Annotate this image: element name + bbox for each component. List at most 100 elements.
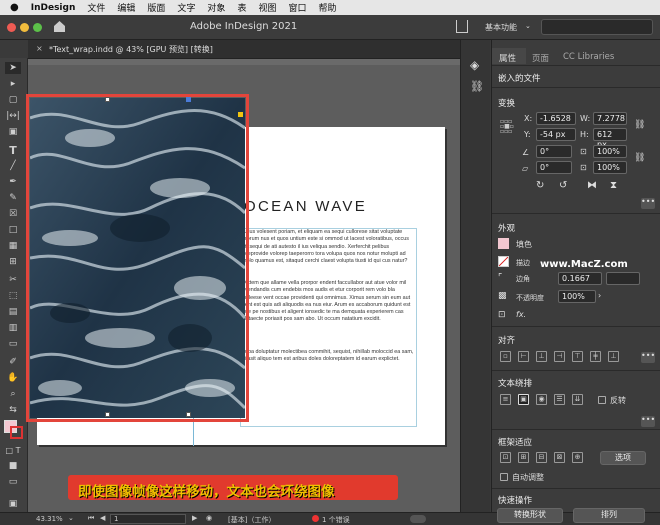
layout-title[interactable]: OCEAN WAVE: [244, 198, 367, 215]
hand-tool-icon[interactable]: ✋: [5, 372, 21, 384]
chevron-down-icon[interactable]: ⌄: [68, 514, 74, 522]
zoom-tool-icon[interactable]: ⌕: [5, 388, 21, 400]
stroke-label[interactable]: 描边: [516, 258, 530, 268]
error-count[interactable]: 1 个错误: [322, 515, 350, 525]
first-page-icon[interactable]: ⏮: [88, 514, 94, 523]
zoom-level[interactable]: 43.31%: [36, 515, 63, 523]
stroke-color-swatch[interactable]: [498, 256, 509, 267]
gradient-feather-tool-icon[interactable]: ▥: [5, 322, 21, 334]
frame-handle[interactable]: [186, 97, 191, 102]
menu-object[interactable]: 对象: [207, 1, 225, 14]
home-icon[interactable]: [53, 20, 66, 33]
opacity-label[interactable]: 不透明度: [516, 293, 544, 303]
rectangle-frame-tool-icon[interactable]: ☒: [5, 208, 21, 220]
fit-frame-to-content-icon[interactable]: ⊟: [536, 452, 547, 463]
x-position-field[interactable]: -1.6528: [536, 112, 576, 125]
scale-y-field[interactable]: 100%: [593, 161, 627, 174]
corner-label[interactable]: 边角: [516, 274, 530, 284]
table-tool-icon[interactable]: ▦: [5, 240, 21, 252]
document-tab[interactable]: *Text_wrap.indd @ 43% [GPU 预览] [转换]: [49, 44, 213, 55]
rotate-cw-icon[interactable]: ↻: [536, 180, 544, 191]
tab-pages[interactable]: 页面: [532, 52, 549, 64]
workspace-switcher[interactable]: 基本功能: [485, 22, 517, 33]
rectangle-tool-icon[interactable]: □: [5, 224, 21, 236]
constrain-scale-icon[interactable]: ⛓: [634, 153, 645, 163]
links-icon[interactable]: ⛓: [470, 80, 484, 93]
menu-type[interactable]: 文字: [177, 1, 195, 14]
more-align-icon[interactable]: •••: [641, 352, 655, 363]
page-tool-icon[interactable]: ▢: [5, 94, 21, 106]
line-tool-icon[interactable]: ╱: [5, 160, 21, 172]
shear-field[interactable]: 0°: [536, 161, 572, 174]
align-center-icon[interactable]: ⊥: [536, 351, 547, 362]
note-tool-icon[interactable]: ▭: [5, 338, 21, 350]
next-page-icon[interactable]: ▶: [192, 514, 197, 522]
constrain-proportions-icon[interactable]: ⛓: [634, 120, 645, 130]
menu-window[interactable]: 窗口: [288, 1, 306, 14]
gap-tool-icon[interactable]: |↔|: [5, 110, 21, 122]
menu-app[interactable]: InDesign: [31, 3, 76, 13]
formatting-container-icon[interactable]: □ T: [5, 444, 21, 456]
menu-help[interactable]: 帮助: [318, 1, 336, 14]
menu-edit[interactable]: 编辑: [117, 1, 135, 14]
menu-layout[interactable]: 版面: [147, 1, 165, 14]
frame-handle[interactable]: [105, 412, 110, 417]
close-window-button[interactable]: [7, 23, 16, 32]
type-tool-icon[interactable]: T: [5, 144, 21, 157]
fit-content-proportionally-icon[interactable]: ⊞: [518, 452, 529, 463]
rotation-field[interactable]: 0°: [536, 145, 572, 158]
content-collector-icon[interactable]: ▣: [5, 126, 21, 138]
apple-icon[interactable]: ●: [10, 2, 19, 13]
wrap-bounding-box-icon[interactable]: ▣: [518, 394, 529, 405]
share-icon[interactable]: [456, 20, 468, 33]
scale-x-field[interactable]: 100%: [593, 145, 627, 158]
scissors-tool-icon[interactable]: ✂: [5, 274, 21, 286]
zoom-window-button[interactable]: [33, 23, 42, 32]
pencil-tool-icon[interactable]: ✎: [5, 192, 21, 204]
no-wrap-icon[interactable]: ≡: [500, 394, 511, 405]
flip-vertical-icon[interactable]: ⧗: [610, 180, 617, 191]
select-content-icon[interactable]: ⊡: [498, 310, 506, 320]
frame-handle[interactable]: [105, 97, 110, 102]
previous-page-icon[interactable]: ◀: [100, 514, 105, 522]
stroke-weight-field[interactable]: 0.1667: [558, 272, 602, 285]
center-content-icon[interactable]: ⊕: [572, 452, 583, 463]
gradient-swatch-tool-icon[interactable]: ▤: [5, 306, 21, 318]
more-wrap-icon[interactable]: •••: [641, 416, 655, 427]
page-number-field[interactable]: 1: [110, 514, 186, 524]
close-tab-icon[interactable]: ×: [36, 44, 43, 53]
opacity-field[interactable]: 100%: [558, 290, 596, 303]
apply-color-icon[interactable]: ■: [5, 460, 21, 472]
master-label[interactable]: [基本]（工作）: [228, 515, 275, 525]
invert-checkbox[interactable]: [598, 396, 606, 404]
rotate-ccw-icon[interactable]: ↺: [559, 180, 567, 191]
fit-content-to-frame-icon[interactable]: ⊠: [554, 452, 565, 463]
preview-mode-icon[interactable]: ▣: [5, 498, 21, 510]
align-options-icon[interactable]: ▫: [500, 351, 511, 362]
align-left-icon[interactable]: ⊢: [518, 351, 529, 362]
fill-frame-proportionally-icon[interactable]: ⊡: [500, 452, 511, 463]
flip-horizontal-icon[interactable]: ⧓: [587, 180, 597, 191]
stroke-swatch[interactable]: [10, 426, 23, 439]
direct-selection-tool-icon[interactable]: ▸: [5, 78, 21, 90]
swap-colors-icon[interactable]: ⇆: [5, 404, 21, 416]
height-field[interactable]: 612 px: [593, 128, 627, 149]
jump-object-icon[interactable]: ☰: [554, 394, 565, 405]
screen-mode-icon[interactable]: ▭: [5, 476, 21, 488]
effects-button[interactable]: fx.: [516, 310, 526, 319]
minimize-window-button[interactable]: [20, 23, 29, 32]
align-middle-icon[interactable]: ╪: [590, 351, 601, 362]
selection-tool-icon[interactable]: ➤: [5, 62, 21, 74]
tab-cc-libraries[interactable]: CC Libraries: [563, 52, 614, 62]
eyedropper-tool-icon[interactable]: ✐: [5, 356, 21, 368]
arrange-button[interactable]: 排列: [573, 508, 645, 523]
frame-handle[interactable]: [186, 412, 191, 417]
menu-table[interactable]: 表: [237, 1, 246, 14]
wrap-object-shape-icon[interactable]: ◉: [536, 394, 547, 405]
y-position-field[interactable]: -54 px: [536, 128, 576, 141]
layers-icon[interactable]: ◈: [470, 58, 479, 72]
stroke-type-dropdown[interactable]: [606, 272, 640, 285]
scroll-track[interactable]: [410, 515, 426, 523]
fitting-options-button[interactable]: 选项: [600, 451, 646, 465]
jump-next-column-icon[interactable]: ⇊: [572, 394, 583, 405]
